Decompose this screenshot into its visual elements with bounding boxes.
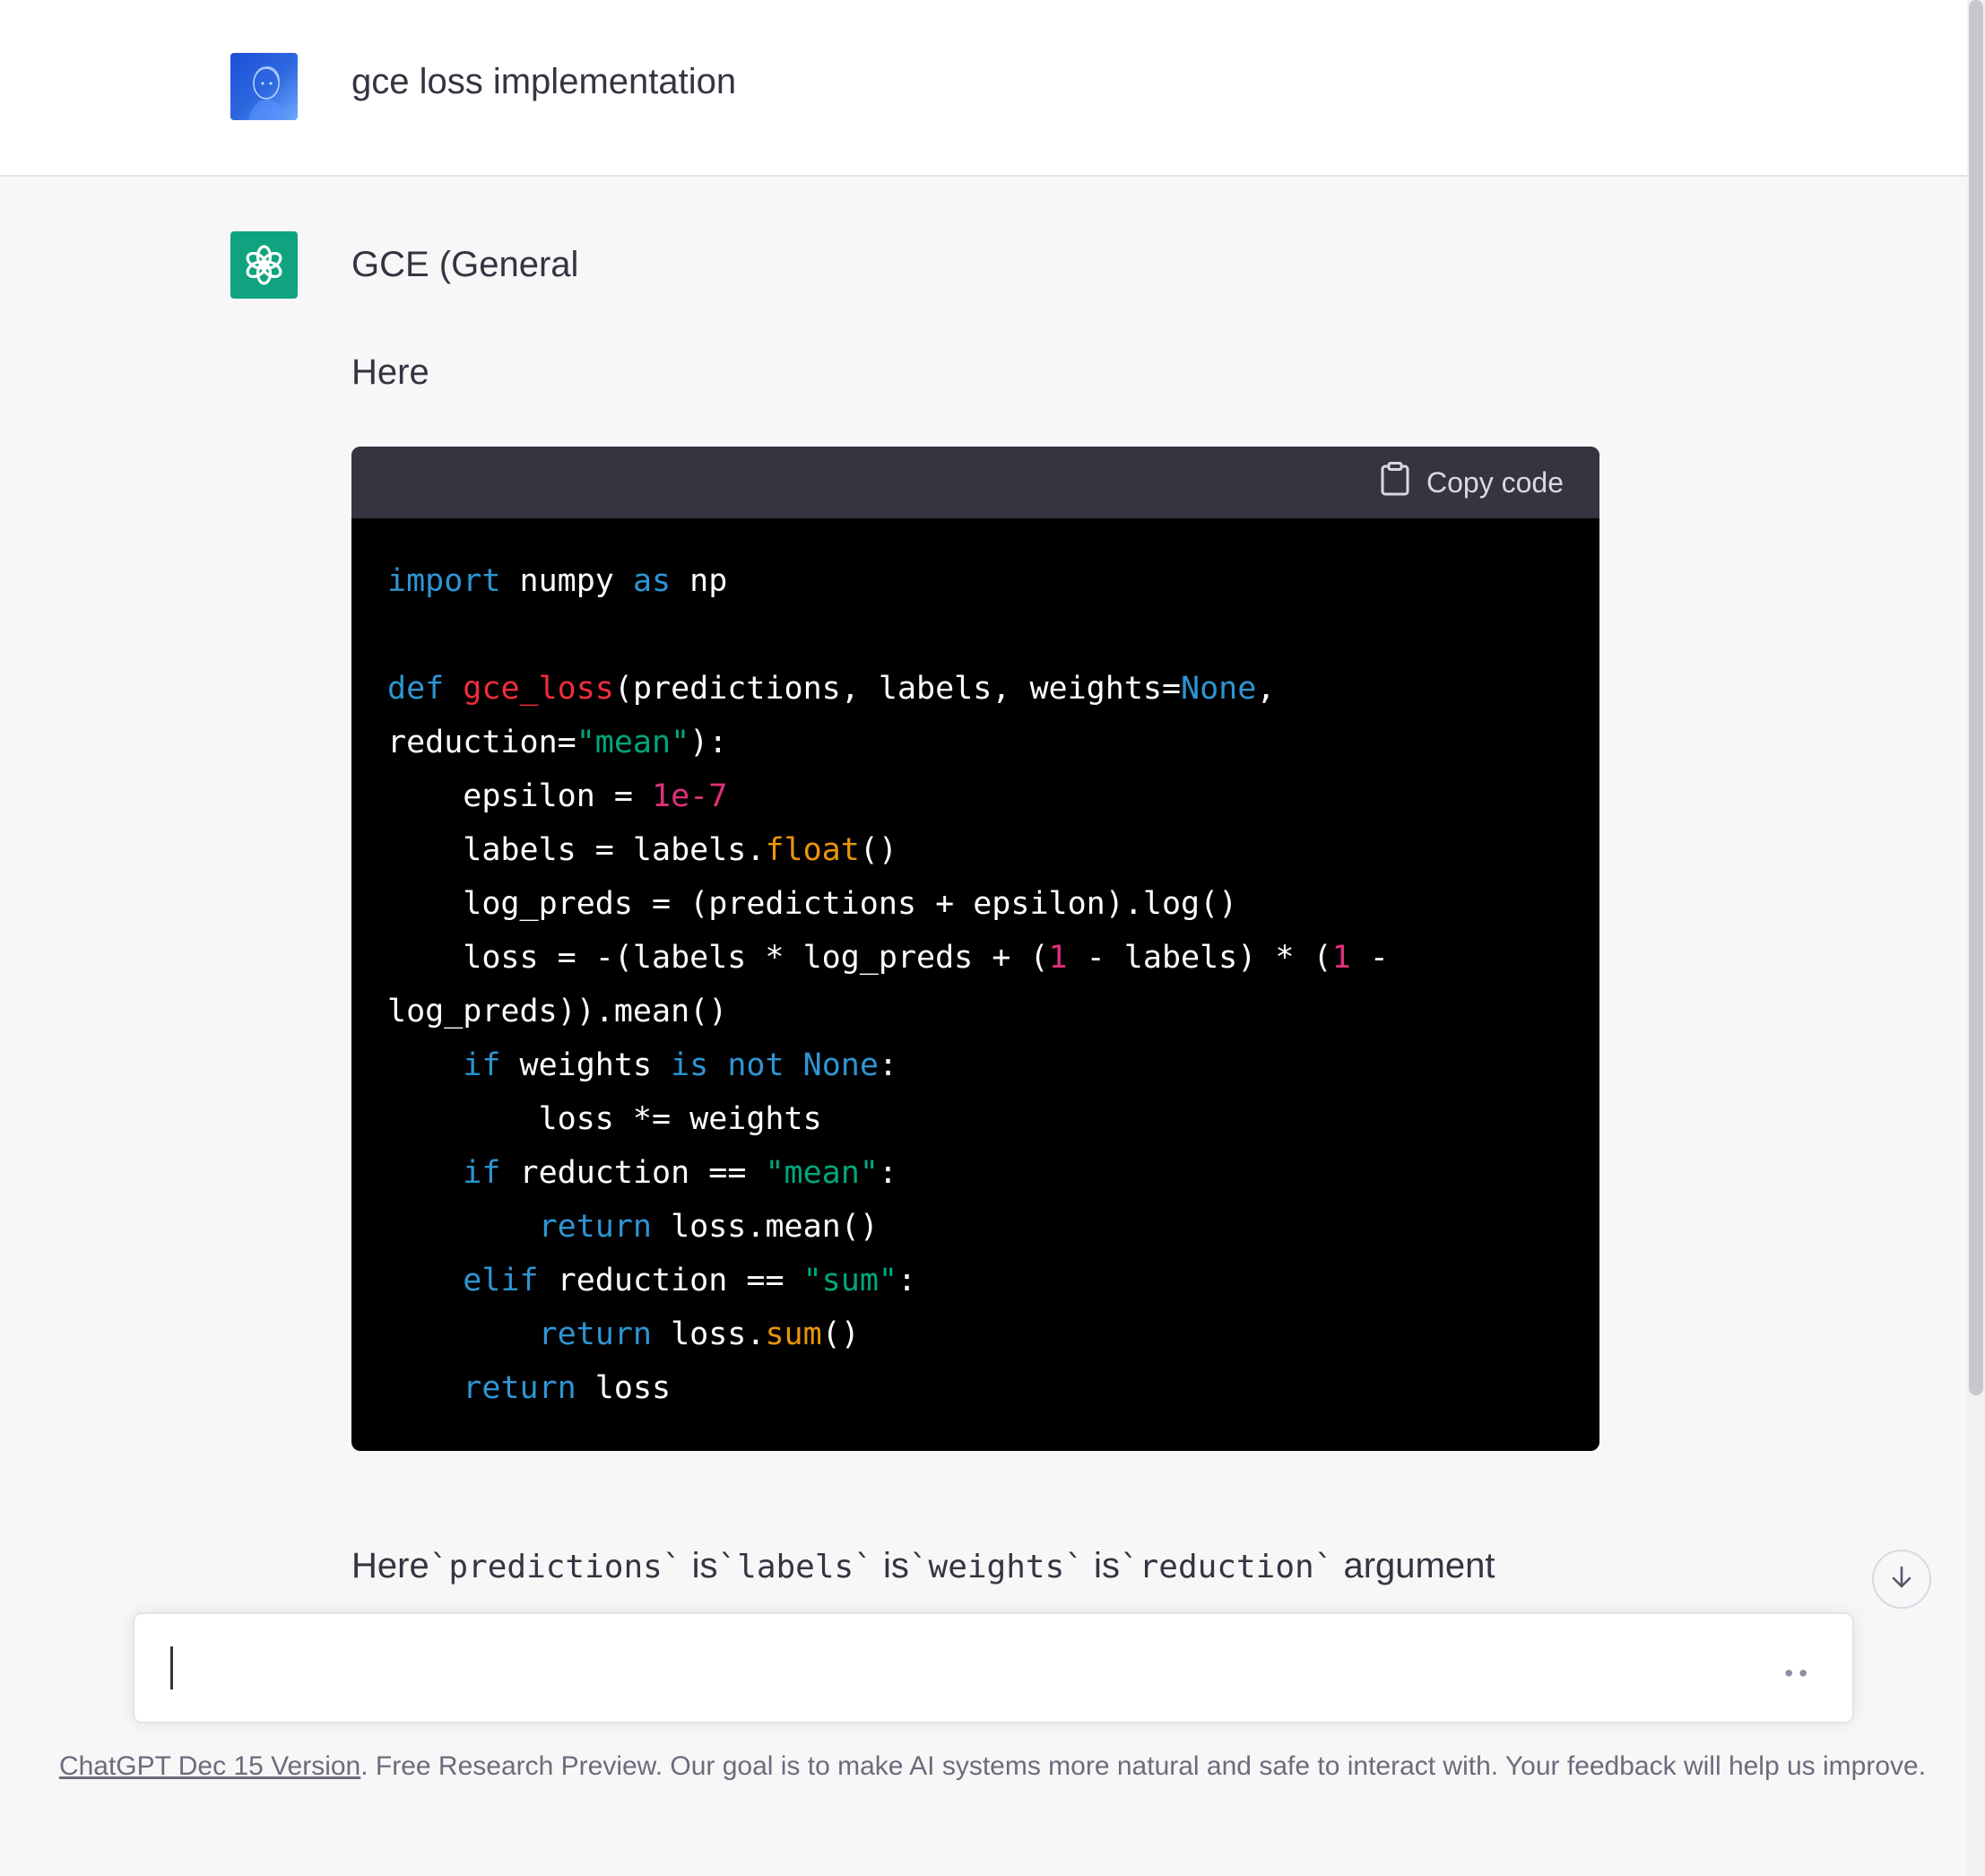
code-token: ): [689,725,728,760]
clipboard-icon [1380,462,1410,503]
code-line: reduction="mean"): [387,716,1564,769]
code-token: reduction= [387,725,576,760]
code-token: : [878,1047,898,1083]
code-token: elif [463,1263,539,1298]
code-line: if reduction == "mean": [387,1146,1564,1200]
code-token: labels = labels. [387,832,766,868]
openai-logo-icon [230,231,298,299]
footer-text: . Free Research Preview. Our goal is to … [360,1751,1927,1781]
code-token: reduction == [538,1263,803,1298]
code-line: labels = labels.float() [387,823,1564,877]
footer-disclaimer: ChatGPT Dec 15 Version. Free Research Pr… [36,1749,1949,1785]
code-token: epsilon = [387,778,653,814]
message-input[interactable]: •• [133,1612,1854,1724]
code-token: not [727,1047,784,1083]
arrow-down-icon [1888,1564,1915,1595]
code-token: , [1256,671,1276,707]
text-cursor [170,1646,173,1689]
scroll-to-bottom-button[interactable] [1872,1550,1931,1609]
code-token: numpy [500,563,633,599]
code-token: "mean" [765,1155,879,1191]
code-token: (predictions, labels, weights= [613,671,1182,707]
code-token: "mean" [576,725,690,760]
code-token: loss [576,1370,672,1406]
code-token: reduction == [500,1155,766,1191]
code-token: is [671,1047,709,1083]
code-line: if weights is not None: [387,1038,1564,1092]
code-token: weights [500,1047,672,1083]
code-content[interactable]: import numpy as np def gce_loss(predicti… [351,518,1599,1415]
code-line: loss *= weights [387,1092,1564,1146]
code-token: () [859,832,897,868]
code-token: log_preds)).mean() [387,994,728,1029]
code-token: gce_loss [463,671,614,707]
user-message-text: gce loss implementation [351,62,737,101]
code-token: : [878,1155,897,1191]
typing-dots-icon[interactable]: •• [1784,1659,1813,1688]
code-token: 1 [1048,940,1068,976]
code-token: None [802,1047,879,1083]
code-token: sum [765,1316,822,1352]
code-token: import [387,563,501,599]
code-line: log_preds = (predictions + epsilon).log(… [387,877,1564,931]
code-line: return loss.mean() [387,1200,1564,1254]
code-token: - labels) * ( [1067,940,1332,976]
code-token: () [821,1316,860,1352]
code-token: loss. [652,1316,766,1352]
version-link[interactable]: ChatGPT Dec 15 Version [59,1751,360,1781]
code-block-header: Copy code [351,447,1599,518]
code-token: 1 [1331,940,1351,976]
code-token: if [463,1155,501,1191]
code-line: return loss [387,1361,1564,1415]
bot-message-title: GCE (General [351,245,579,284]
code-token: def [387,671,445,707]
bot-message-intro: Here [351,352,429,392]
code-token: np [671,563,728,599]
code-token: float [765,832,860,868]
code-line: return loss.sum() [387,1307,1564,1361]
code-token: loss *= weights [387,1101,822,1137]
code-token: "sum" [802,1263,897,1298]
user-avatar [230,53,298,120]
copy-code-label: Copy code [1426,465,1564,499]
scrollbar-thumb[interactable] [1969,0,1983,1395]
code-token: log_preds = (predictions + epsilon).log(… [387,886,1238,922]
code-line: import numpy as np [387,554,1564,608]
copy-code-button[interactable]: Copy code [1380,462,1564,503]
code-block: Copy code import numpy as np def gce_los… [351,447,1599,1451]
code-line: def gce_loss(predictions, labels, weight… [387,662,1564,716]
code-token: return [538,1316,653,1352]
code-token: return [463,1370,576,1406]
code-token: loss.mean() [652,1209,879,1245]
code-token: loss = -(labels * log_preds + ( [387,940,1049,976]
code-token: : [897,1263,917,1298]
code-token: as [632,563,672,599]
code-token: - [1350,940,1389,976]
code-line: elif reduction == "sum": [387,1254,1564,1307]
code-line: epsilon = 1e-7 [387,769,1564,823]
code-token: if [463,1047,501,1083]
user-message-row: gce loss implementation [0,0,1967,177]
code-token: 1e-7 [652,778,728,814]
code-token: return [538,1209,653,1245]
code-token: None [1181,671,1257,707]
code-line: loss = -(labels * log_preds + (1 - label… [387,931,1564,985]
code-line: log_preds)).mean() [387,985,1564,1038]
